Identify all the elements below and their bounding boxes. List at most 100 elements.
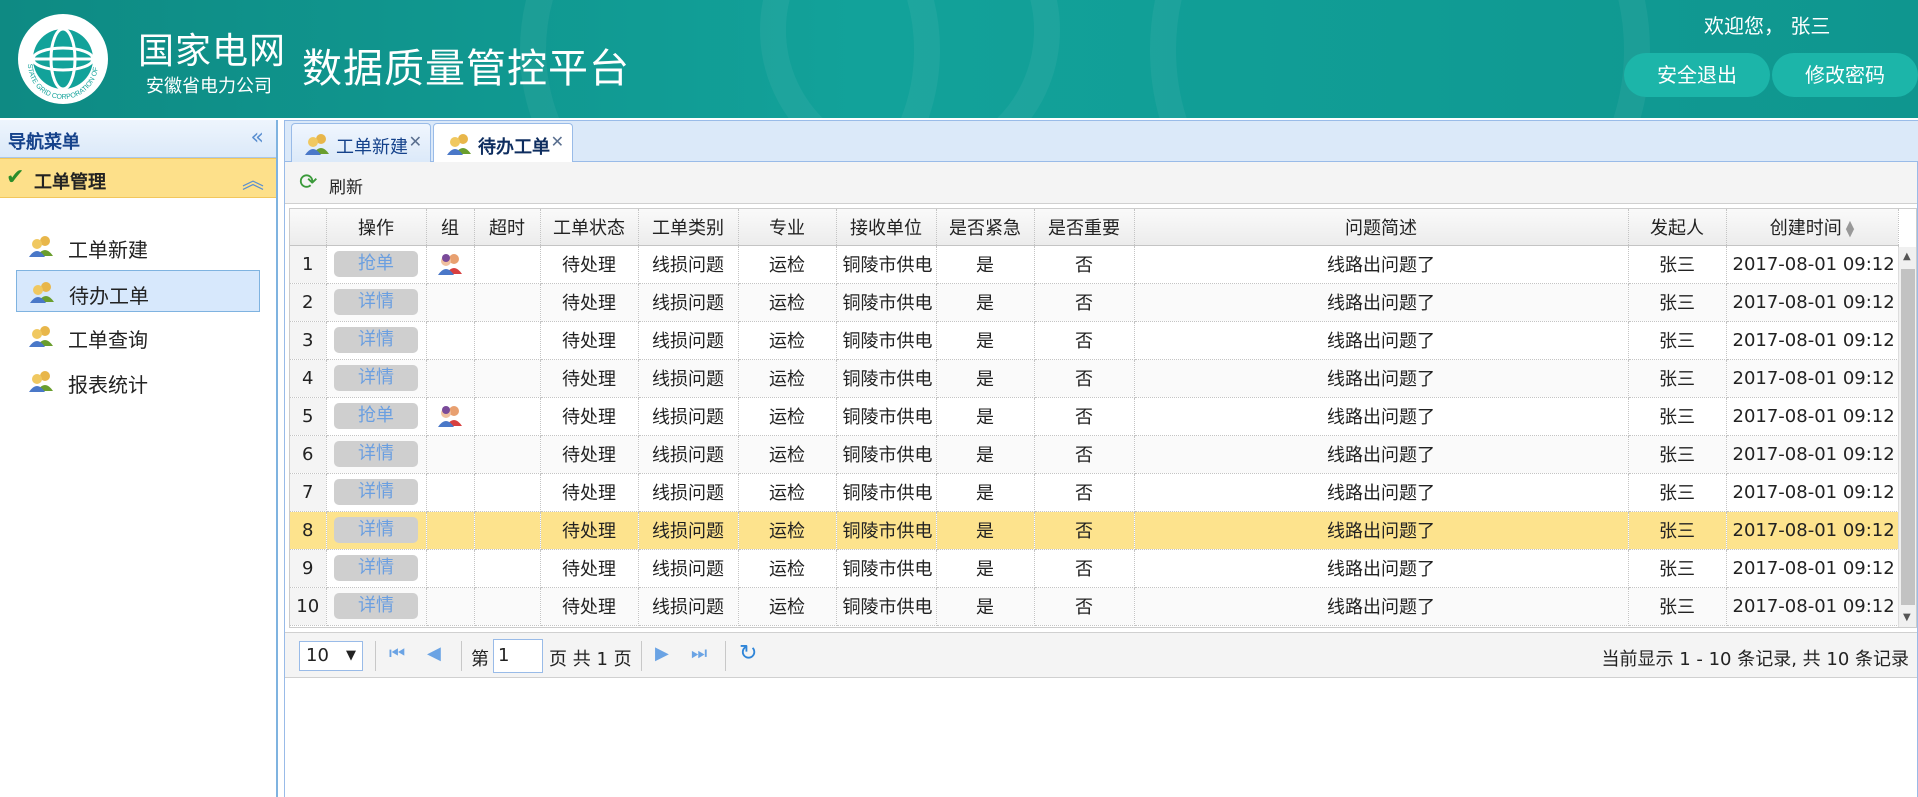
receiver-unit-cell: 铜陵市供电 [836, 587, 937, 626]
vertical-scrollbar[interactable]: ▲ ▼ [1898, 247, 1916, 627]
description-cell-text: 线路出问题了 [1327, 597, 1435, 618]
timeout-cell [474, 359, 541, 398]
details-button[interactable]: 详情 [334, 479, 418, 505]
action-header[interactable]: 操作 [326, 209, 427, 246]
action-cell: 详情 [326, 549, 427, 588]
major-header[interactable]: 专业 [738, 209, 837, 246]
collapse-up-icon[interactable]: ︽ [242, 163, 264, 195]
initiator-header[interactable]: 发起人 [1628, 209, 1727, 246]
scroll-up-icon[interactable]: ▲ [1903, 251, 1911, 262]
major-cell: 运检 [738, 397, 837, 436]
major-cell-text: 运检 [769, 521, 805, 542]
prev-page-icon[interactable]: ◀ [427, 643, 441, 664]
sort-icon[interactable]: ▲ ▼ [1846, 219, 1854, 238]
users-icon [29, 326, 53, 347]
major-cell: 运检 [738, 511, 837, 550]
urgent-header[interactable]: 是否紧急 [936, 209, 1035, 246]
group-users-icon [438, 254, 462, 275]
created-time-cell-text: 2017-08-01 09:12 [1732, 405, 1895, 427]
timeout-cell [474, 473, 541, 512]
table-row[interactable]: 5 抢单 待处理 线损问题 运检 铜陵市供电 是 否 线路出问题了 张三 2017-08-01 09… [290, 397, 1899, 436]
description-cell: 线路出问题了 [1134, 435, 1629, 474]
status-header[interactable]: 工单状态 [540, 209, 639, 246]
row-number: 3 [290, 321, 327, 360]
important-cell-text: 否 [1075, 521, 1093, 542]
scrollbar-thumb[interactable] [1901, 269, 1915, 605]
initiator-cell-text: 张三 [1659, 597, 1695, 618]
urgent-cell: 是 [936, 397, 1035, 436]
page-number-input[interactable]: 1 [493, 639, 543, 673]
tab-new-order[interactable]: 工单新建 ✕ [291, 123, 431, 163]
page-size-select[interactable]: 10 ▼ [299, 641, 363, 671]
timeout-cell [474, 587, 541, 626]
created-time-cell-text: 2017-08-01 09:12 [1732, 443, 1895, 465]
description-header[interactable]: 问题简述 [1134, 209, 1629, 246]
change-password-button[interactable]: 修改密码 [1772, 53, 1918, 97]
close-icon[interactable]: ✕ [409, 132, 422, 151]
grab-order-button[interactable]: 抢单 [334, 251, 418, 277]
column-header-label: 工单状态 [553, 217, 625, 239]
timeout-cell [474, 397, 541, 436]
created-time-cell: 2017-08-01 09:12 [1726, 321, 1899, 360]
table-row[interactable]: 1 抢单 待处理 线损问题 运检 铜陵市供电 是 否 线路出问题了 张三 2017-08-01 09… [290, 245, 1899, 284]
major-cell-text: 运检 [769, 597, 805, 618]
table-row[interactable]: 8 详情 待处理 线损问题 运检 铜陵市供电 是 否 线路出问题了 张三 2017-08-01 09… [290, 511, 1899, 550]
details-button[interactable]: 详情 [334, 517, 418, 543]
nav-title: 导航菜单 [8, 132, 80, 153]
major-cell-text: 运检 [769, 293, 805, 314]
sidebar-item-order-query[interactable]: 工单查询 [16, 315, 260, 357]
table-row[interactable]: 2 详情 待处理 线损问题 运检 铜陵市供电 是 否 线路出问题了 张三 2017-08-01 09… [290, 283, 1899, 322]
table-row[interactable]: 7 详情 待处理 线损问题 运检 铜陵市供电 是 否 线路出问题了 张三 2017-08-01 09… [290, 473, 1899, 512]
table-row[interactable]: 3 详情 待处理 线损问题 运检 铜陵市供电 是 否 线路出问题了 张三 2017-08-01 09… [290, 321, 1899, 360]
sidebar-item-todo-order[interactable]: 待办工单 [16, 270, 260, 312]
created-time-cell-text: 2017-08-01 09:12 [1732, 329, 1895, 351]
created-time-cell-text: 2017-08-01 09:12 [1732, 595, 1895, 617]
timeout-header[interactable]: 超时 [474, 209, 541, 246]
details-button[interactable]: 详情 [334, 441, 418, 467]
details-button[interactable]: 详情 [334, 327, 418, 353]
details-button[interactable]: 详情 [334, 365, 418, 391]
table-row[interactable]: 10 详情 待处理 线损问题 运检 铜陵市供电 是 否 线路出问题了 张三 2017-08-01 0… [290, 587, 1899, 626]
receiver-unit-cell: 铜陵市供电 [836, 473, 937, 512]
created-time-cell: 2017-08-01 09:12 [1726, 397, 1899, 436]
checkmark-icon: ✔ [6, 165, 25, 190]
table-row[interactable]: 9 详情 待处理 线损问题 运检 铜陵市供电 是 否 线路出问题了 张三 2017-08-01 09… [290, 549, 1899, 588]
important-cell: 否 [1034, 397, 1135, 436]
receiver-header[interactable]: 接收单位 [836, 209, 937, 246]
row-number: 8 [290, 511, 327, 550]
action-cell: 详情 [326, 359, 427, 398]
nav-group-header[interactable]: ✔ 工单管理 ︽ [0, 158, 276, 198]
sidebar-item-new-order[interactable]: 工单新建 [16, 225, 260, 267]
urgent-cell: 是 [936, 245, 1035, 284]
logout-button[interactable]: 安全退出 [1624, 53, 1770, 97]
close-icon[interactable]: ✕ [551, 132, 564, 151]
details-button[interactable]: 详情 [334, 593, 418, 619]
receiver-unit-cell-text: 铜陵市供电 [842, 559, 933, 580]
group-header[interactable]: 组 [426, 209, 475, 246]
important-cell: 否 [1034, 587, 1135, 626]
separator [375, 641, 376, 671]
details-button[interactable]: 详情 [334, 555, 418, 581]
collapse-left-icon[interactable]: « [251, 125, 264, 150]
grab-order-button[interactable]: 抢单 [334, 403, 418, 429]
created-time-cell: 2017-08-01 09:12 [1726, 511, 1899, 550]
important-header[interactable]: 是否重要 [1034, 209, 1135, 246]
tab-todo-order[interactable]: 待办工单 ✕ [433, 123, 573, 164]
reload-icon[interactable]: ↻ [739, 641, 757, 666]
table-row[interactable]: 4 详情 待处理 线损问题 运检 铜陵市供电 是 否 线路出问题了 张三 2017-08-01 09… [290, 359, 1899, 398]
category-header[interactable]: 工单类别 [638, 209, 739, 246]
details-button[interactable]: 详情 [334, 289, 418, 315]
important-cell-text: 否 [1075, 293, 1093, 314]
major-cell-text: 运检 [769, 445, 805, 466]
sidebar-item-report-stats[interactable]: 报表统计 [16, 360, 260, 402]
created-time-header[interactable]: 创建时间 ▲ ▼ [1726, 209, 1899, 246]
row-number: 10 [290, 587, 327, 626]
scroll-down-icon[interactable]: ▼ [1903, 612, 1911, 623]
receiver-unit-cell-text: 铜陵市供电 [842, 407, 933, 428]
category-cell: 线损问题 [638, 359, 739, 398]
table-row[interactable]: 6 详情 待处理 线损问题 运检 铜陵市供电 是 否 线路出问题了 张三 2017-08-01 09… [290, 435, 1899, 474]
last-page-icon[interactable]: ⏭ [691, 643, 707, 664]
description-cell-text: 线路出问题了 [1327, 293, 1435, 314]
next-page-icon[interactable]: ▶ [655, 643, 669, 664]
first-page-icon[interactable]: ⏮ [389, 643, 405, 664]
